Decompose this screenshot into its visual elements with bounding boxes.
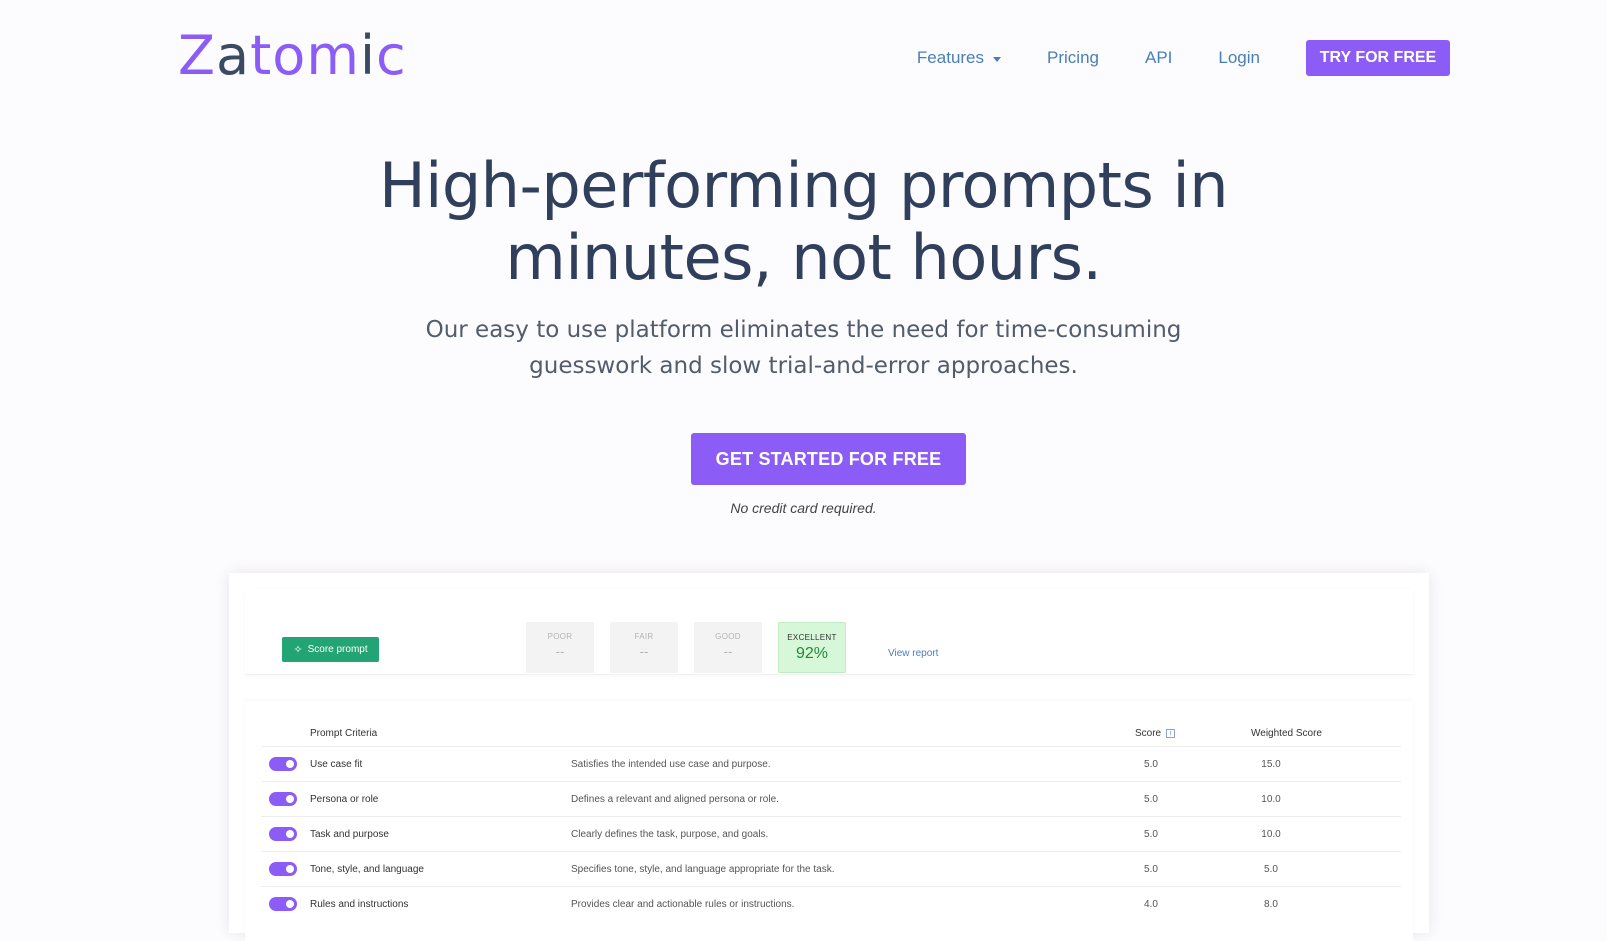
tier-label: EXCELLENT xyxy=(787,633,837,642)
criteria-weighted-score: 5.0 xyxy=(1264,864,1278,875)
hero-title: High-performing prompts in minutes, not … xyxy=(0,150,1607,294)
logo-char: m xyxy=(306,24,360,87)
criteria-weighted-score: 15.0 xyxy=(1261,759,1281,770)
criteria-name: Task and purpose xyxy=(310,829,389,840)
logo-char: a xyxy=(216,24,251,87)
tier-label: GOOD xyxy=(715,632,741,641)
criteria-name: Tone, style, and language xyxy=(310,864,424,875)
info-icon[interactable]: i xyxy=(1166,729,1176,738)
criteria-toggle[interactable] xyxy=(269,757,297,771)
sparkle-icon: ✧ xyxy=(293,644,303,656)
product-preview-panel: ✧ Score prompt POOR -- FAIR -- GOOD -- E… xyxy=(229,573,1429,941)
criteria-table: Prompt Criteria Score i Weighted Score U… xyxy=(245,701,1413,941)
toggle-knob xyxy=(286,795,294,803)
criteria-name: Use case fit xyxy=(310,759,363,770)
tier-value: -- xyxy=(639,644,649,659)
try-for-free-button[interactable]: TRY FOR FREE xyxy=(1306,40,1450,76)
logo-char: Z xyxy=(178,24,216,87)
header-prompt-criteria: Prompt Criteria xyxy=(310,728,378,739)
criteria-toggle[interactable] xyxy=(269,862,297,876)
criteria-name: Persona or role xyxy=(310,794,379,805)
tier-fair: FAIR -- xyxy=(610,622,678,673)
tier-value: 92% xyxy=(795,645,829,662)
criteria-weighted-score: 10.0 xyxy=(1261,829,1281,840)
criteria-score: 5.0 xyxy=(1144,829,1158,840)
criteria-table-header: Prompt Criteria Score i Weighted Score xyxy=(245,701,1413,746)
tier-label: POOR xyxy=(547,632,573,641)
score-prompt-button[interactable]: ✧ Score prompt xyxy=(282,637,379,662)
get-started-button[interactable]: GET STARTED FOR FREE xyxy=(691,433,966,485)
toggle-knob xyxy=(286,830,294,838)
criteria-weighted-score: 10.0 xyxy=(1261,794,1281,805)
table-row: Rules and instructions Provides clear an… xyxy=(261,886,1401,921)
criteria-description: Satisfies the intended use case and purp… xyxy=(571,759,771,770)
table-row: Tone, style, and language Specifies tone… xyxy=(261,851,1401,886)
toggle-knob xyxy=(286,760,294,768)
hero-subtitle: Our easy to use platform eliminates the … xyxy=(0,312,1607,384)
criteria-score: 4.0 xyxy=(1144,899,1158,910)
tier-value: -- xyxy=(723,644,733,659)
top-nav: Zatomic Features Pricing API Login TRY F… xyxy=(0,0,1607,115)
logo[interactable]: Zatomic xyxy=(178,22,407,90)
tier-label: FAIR xyxy=(634,632,654,641)
criteria-score: 5.0 xyxy=(1144,759,1158,770)
logo-char: t xyxy=(250,24,273,87)
header-score: Score i xyxy=(1135,728,1176,739)
nav-pricing-link[interactable]: Pricing xyxy=(1047,48,1099,68)
score-prompt-label: Score prompt xyxy=(307,644,368,655)
hero-title-line-2: minutes, not hours. xyxy=(505,221,1102,294)
hero-title-line-1: High-performing prompts in xyxy=(378,149,1229,222)
header-weighted-score: Weighted Score xyxy=(1251,728,1322,739)
criteria-description: Defines a relevant and aligned persona o… xyxy=(571,794,779,805)
view-report-link[interactable]: View report xyxy=(888,648,938,659)
nav-login-link[interactable]: Login xyxy=(1218,48,1260,68)
caret-down-icon xyxy=(993,56,1002,62)
nav-features-label: Features xyxy=(916,48,985,67)
nav-api-link[interactable]: API xyxy=(1145,48,1172,68)
toggle-knob xyxy=(286,900,294,908)
header-score-label: Score xyxy=(1135,728,1162,739)
hero-subtitle-line-1: Our easy to use platform eliminates the … xyxy=(425,317,1182,343)
hero-subtitle-line-2: guesswork and slow trial-and-error appro… xyxy=(529,353,1078,379)
criteria-toggle[interactable] xyxy=(269,792,297,806)
criteria-toggle[interactable] xyxy=(269,827,297,841)
logo-char: c xyxy=(375,24,407,87)
logo-char: i xyxy=(359,24,376,87)
tier-poor: POOR -- xyxy=(526,622,594,673)
tier-excellent: EXCELLENT 92% xyxy=(778,622,846,673)
criteria-name: Rules and instructions xyxy=(310,899,409,910)
toggle-knob xyxy=(286,865,294,873)
criteria-weighted-score: 8.0 xyxy=(1264,899,1278,910)
table-row: Task and purpose Clearly defines the tas… xyxy=(261,816,1401,851)
score-card: ✧ Score prompt POOR -- FAIR -- GOOD -- E… xyxy=(245,589,1413,675)
criteria-toggle[interactable] xyxy=(269,897,297,911)
nav-features-dropdown[interactable]: Features xyxy=(916,48,1002,68)
tier-good: GOOD -- xyxy=(694,622,762,673)
criteria-description: Clearly defines the task, purpose, and g… xyxy=(571,829,769,840)
nav-links: Features Pricing API Login TRY FOR FREE xyxy=(917,40,1450,76)
criteria-score: 5.0 xyxy=(1144,794,1158,805)
tier-value: -- xyxy=(555,644,565,659)
no-credit-card-note: No credit card required. xyxy=(730,500,877,516)
criteria-score: 5.0 xyxy=(1144,864,1158,875)
criteria-description: Specifies tone, style, and language appr… xyxy=(571,864,835,875)
criteria-description: Provides clear and actionable rules or i… xyxy=(571,899,795,910)
table-row: Persona or role Defines a relevant and a… xyxy=(261,781,1401,816)
table-row: Use case fit Satisfies the intended use … xyxy=(261,746,1401,781)
logo-char: o xyxy=(272,24,307,87)
